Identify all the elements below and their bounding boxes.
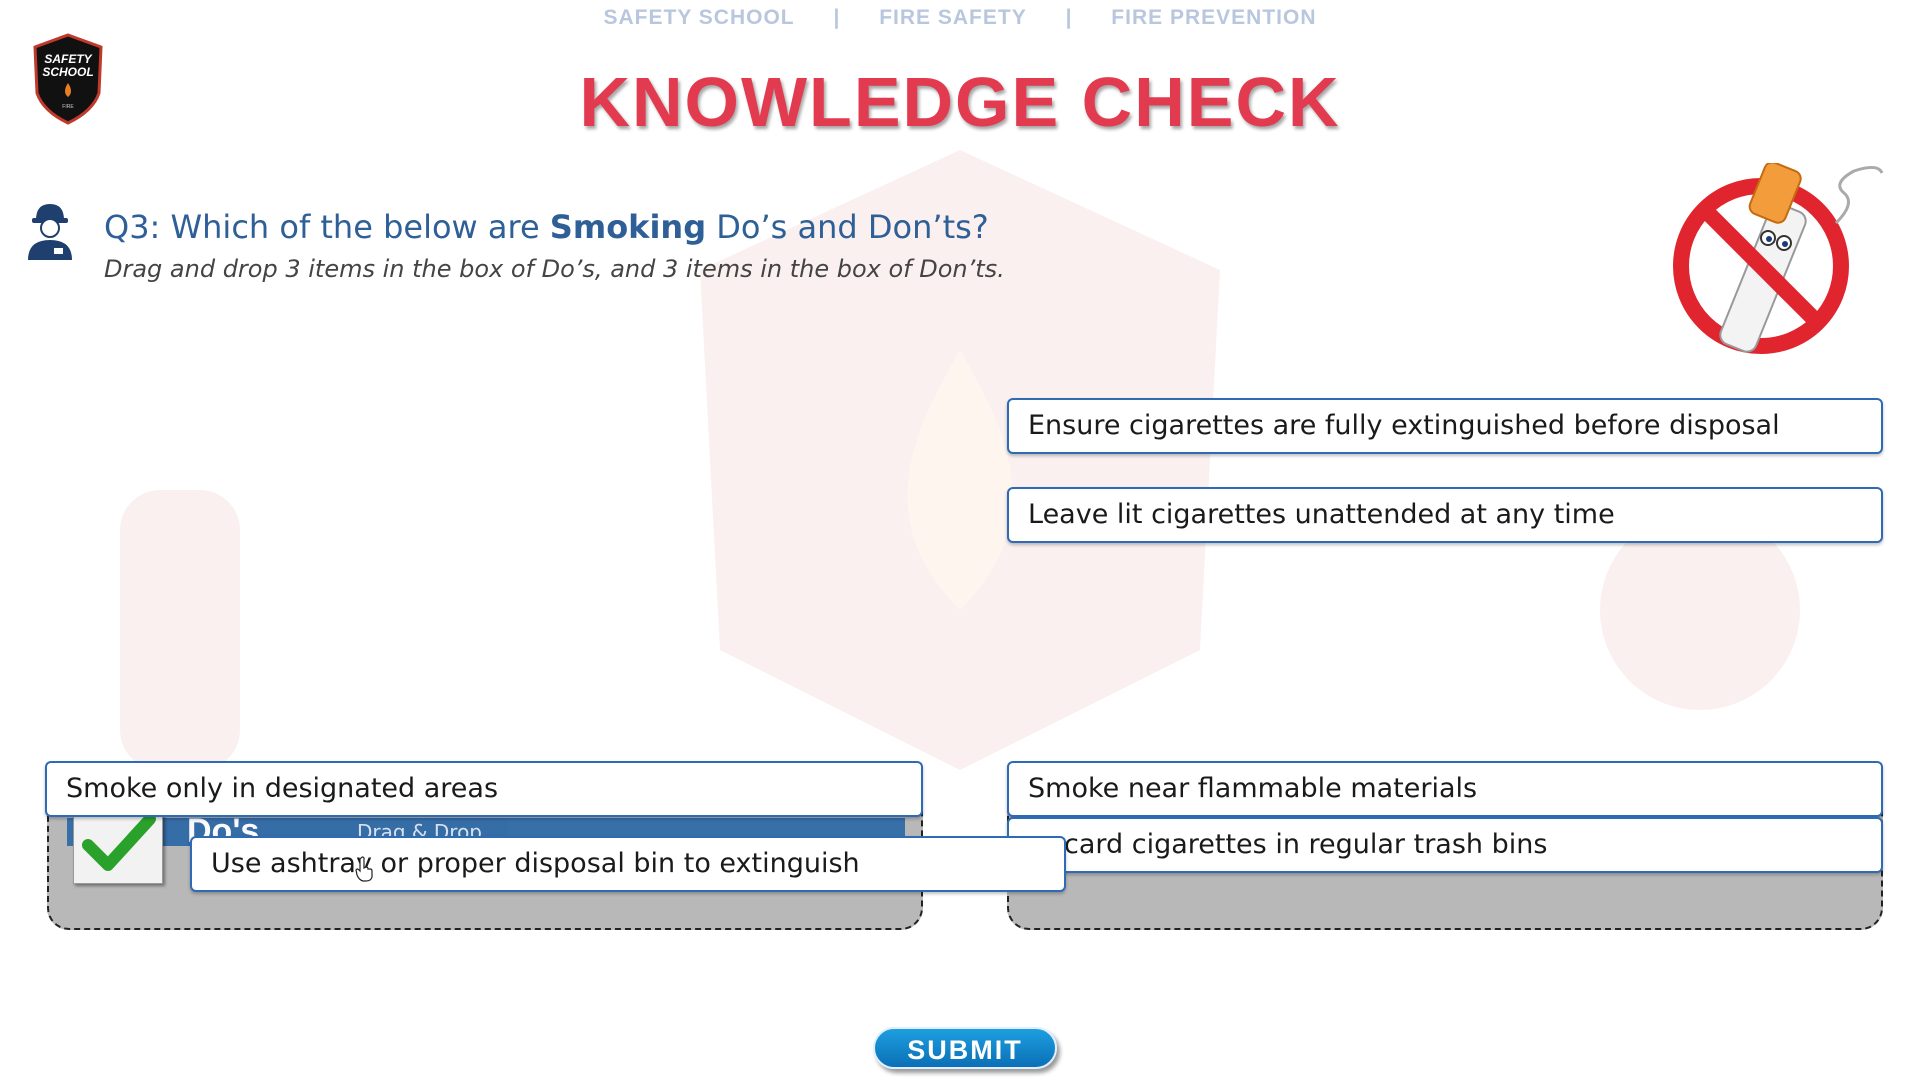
firefighter-icon xyxy=(28,204,72,260)
nav-item-fire-prevention[interactable]: FIRE PREVENTION xyxy=(1111,6,1316,30)
drag-card-use-ashtray[interactable]: Use ashtray or proper disposal bin to ex… xyxy=(190,836,1066,892)
question-text: Q3: Which of the below are Smoking Do’s … xyxy=(104,208,989,246)
page-title: KNOWLEDGE CHECK xyxy=(579,63,1341,141)
nav-item-safety-school[interactable]: SAFETY SCHOOL xyxy=(603,6,794,30)
nav-item-fire-safety[interactable]: FIRE SAFETY xyxy=(879,6,1027,30)
no-smoking-icon xyxy=(1673,163,1884,354)
question-emphasis: Smoking xyxy=(549,208,707,246)
drag-card-leave-lit-unattended[interactable]: Leave lit cigarettes unattended at any t… xyxy=(1007,487,1883,543)
drag-card-smoke-near-flammables[interactable]: Smoke near flammable materials xyxy=(1007,761,1883,817)
nav-separator: | xyxy=(1065,6,1073,29)
hand-cursor-icon xyxy=(355,856,373,882)
drag-card-ensure-extinguished[interactable]: Ensure cigarettes are fully extinguished… xyxy=(1007,398,1883,454)
question-instruction: Drag and drop 3 items in the box of Do’s… xyxy=(104,255,1005,283)
nav-separator: | xyxy=(833,6,841,29)
question-suffix: Do’s and Don’ts? xyxy=(706,208,989,246)
question-prefix: Q3: Which of the below are xyxy=(104,208,550,246)
top-breadcrumb-nav: SAFETY SCHOOL | FIRE SAFETY | FIRE PREVE… xyxy=(0,6,1920,30)
submit-button[interactable]: SUBMIT xyxy=(873,1027,1057,1069)
drag-card-smoke-designated-areas[interactable]: Smoke only in designated areas xyxy=(45,761,923,817)
drag-card-discard-trash-bins[interactable]: card cigarettes in regular trash bins xyxy=(1007,817,1883,873)
